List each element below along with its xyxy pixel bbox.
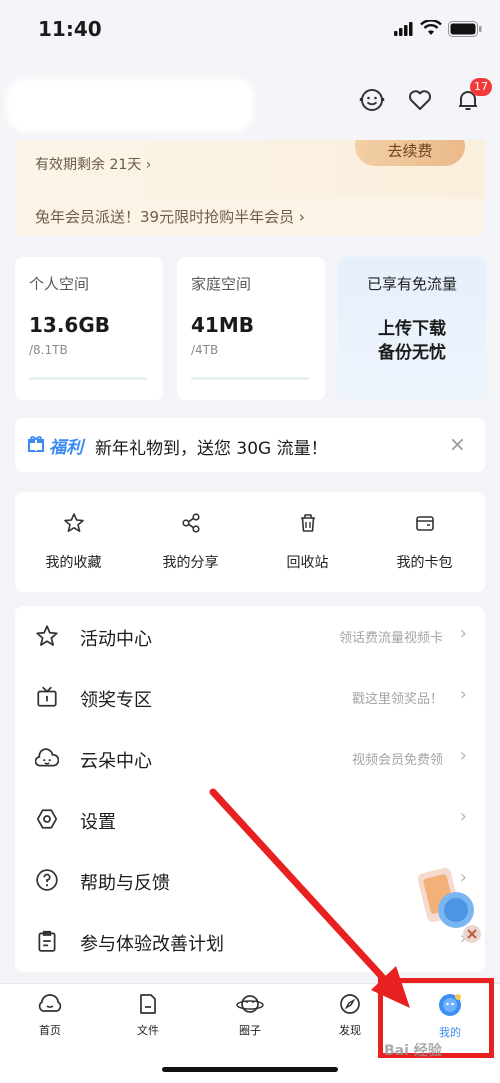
watermark: Bai 经验 [384,1043,442,1059]
annotation-arrow [209,788,410,1008]
